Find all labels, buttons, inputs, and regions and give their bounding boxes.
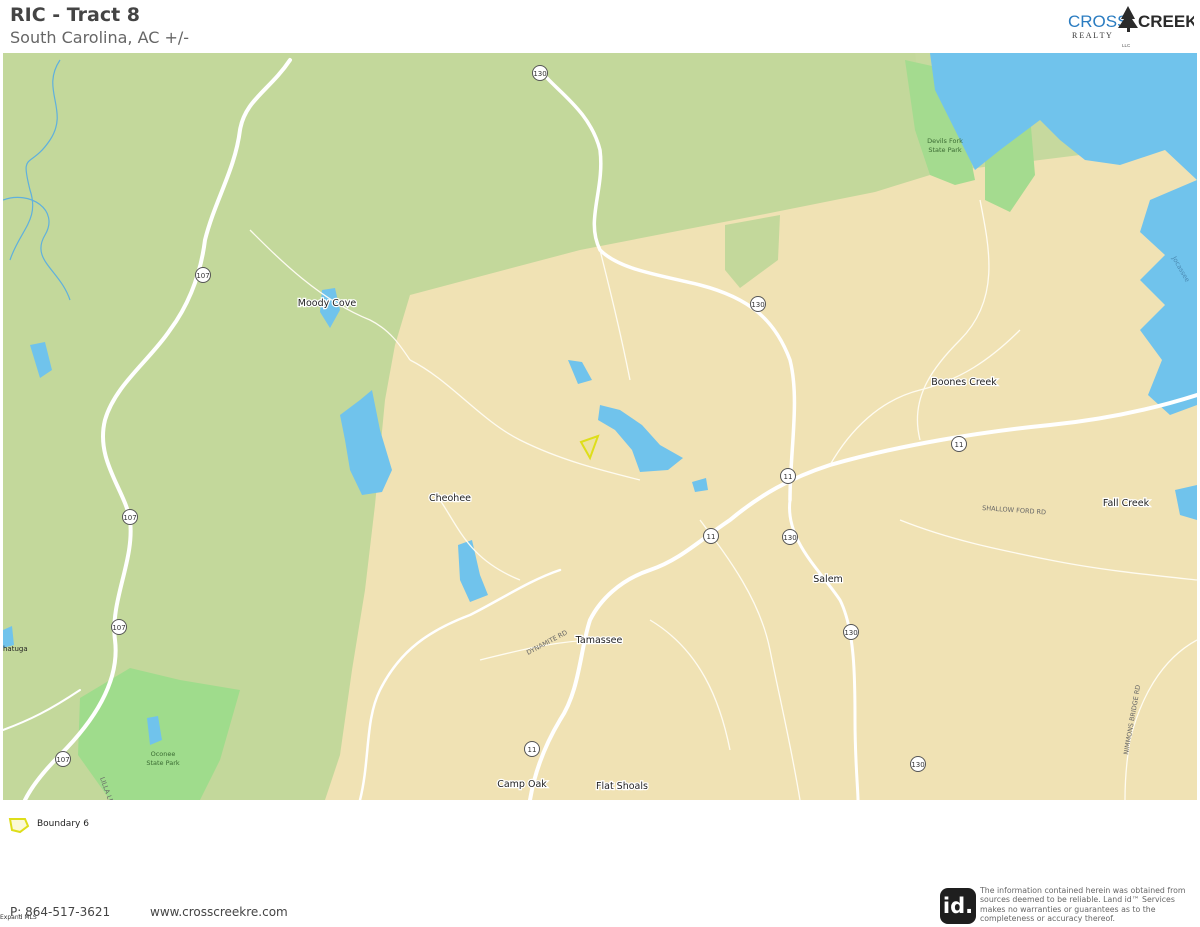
park-label: Devils Fork [927,137,963,145]
route-130-shield: 130 [843,624,859,640]
svg-text:107: 107 [56,756,69,764]
place-label: hatuga [3,645,28,653]
svg-text:11: 11 [955,441,964,449]
svg-text:130: 130 [533,70,546,78]
route-11-shield: 11 [524,741,540,757]
svg-text:11: 11 [528,746,537,754]
route-130-shield: 130 [782,529,798,545]
svg-text:107: 107 [123,514,136,522]
svg-text:130: 130 [844,629,857,637]
route-107-shield: 107 [55,751,71,767]
map-view[interactable]: 130 130 130 130 130 107 107 107 107 11 1… [3,53,1197,800]
land-id-logo: id. [940,888,976,924]
place-label: Salem [813,574,843,585]
park-label: Oconee [151,750,176,758]
logo-llc-text: LLC [1122,43,1131,48]
park-label: State Park [928,146,962,154]
map-canvas[interactable]: 130 130 130 130 130 107 107 107 107 11 1… [3,53,1197,800]
svg-text:107: 107 [196,272,209,280]
cross-creek-logo: CROSS CREEK R E A L T Y LLC [1066,6,1198,48]
route-11-shield: 11 [703,528,719,544]
svg-text:130: 130 [783,534,796,542]
route-107-shield: 107 [111,619,127,635]
route-130-shield: 130 [910,756,926,772]
boundary-legend-icon [8,816,30,838]
place-label: Cheohee [429,493,471,504]
svg-text:11: 11 [784,473,793,481]
place-label: Fall Creek [1103,498,1150,509]
disclaimer-text: The information contained herein was obt… [980,886,1186,923]
svg-text:11: 11 [707,533,716,541]
route-130-shield: 130 [532,65,548,81]
route-11-shield: 11 [780,468,796,484]
place-label: Boones Creek [931,377,997,388]
place-label: Camp Oak [497,779,547,790]
route-11-shield: 11 [951,436,967,452]
logo-cross-text: CROSS [1068,12,1128,31]
place-label: Tamassee [575,635,623,646]
svg-text:130: 130 [911,761,924,769]
legend-label: Boundary 6 [37,819,89,829]
logo-realty-text: R E A L T Y [1072,31,1112,40]
park-label: State Park [146,759,180,767]
route-107-shield: 107 [195,267,211,283]
phone-number[interactable]: P: 864-517-3621 [10,905,110,919]
route-130-shield: 130 [750,296,766,312]
route-107-shield: 107 [122,509,138,525]
svg-text:130: 130 [751,301,764,309]
website-link[interactable]: www.crosscreekre.com [150,905,288,919]
page-title: RIC - Tract 8 [10,4,141,26]
page-subtitle: South Carolina, AC +/- [10,28,190,47]
logo-creek-text: CREEK [1138,12,1194,31]
place-label: Flat Shoals [596,781,648,792]
svg-text:107: 107 [112,624,125,632]
place-label: Moody Cove [298,298,357,309]
